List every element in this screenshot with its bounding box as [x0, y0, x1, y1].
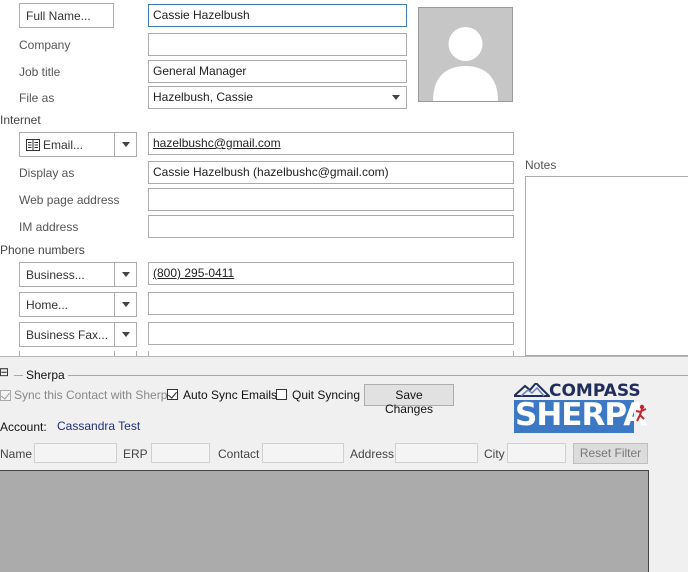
email-button[interactable]: Email...: [19, 132, 115, 157]
results-grid[interactable]: [0, 470, 649, 572]
business-fax-field[interactable]: [148, 322, 514, 345]
filter-erp-label: ERP: [123, 447, 148, 461]
sherpa-section-label: Sherpa: [23, 368, 68, 382]
quit-syncing-label: Quit Syncing: [292, 388, 361, 402]
filter-city-input[interactable]: [507, 443, 566, 463]
filter-erp-input[interactable]: [151, 443, 210, 463]
person-placeholder-icon: [433, 27, 498, 101]
filter-name-label: Name: [0, 447, 33, 461]
business-phone-dropdown[interactable]: [114, 262, 137, 287]
email-type-dropdown[interactable]: [114, 132, 137, 157]
chevron-down-icon: [392, 95, 400, 100]
business-fax-dropdown[interactable]: [114, 322, 137, 347]
display-as-label: Display as: [19, 166, 75, 180]
contact-photo[interactable]: [418, 7, 513, 102]
notes-label: Notes: [525, 158, 557, 172]
job-title-field[interactable]: General Manager: [148, 60, 407, 83]
compass-sherpa-logo: COMPASS SHERPA: [512, 382, 652, 434]
groupbox-line: [14, 375, 688, 376]
account-value: Cassandra Test: [57, 419, 141, 433]
file-as-label: File as: [19, 91, 55, 105]
panel-divider: [0, 356, 688, 357]
account-label: Account:: [0, 420, 47, 434]
email-field[interactable]: hazelbushc@gmail.com: [148, 132, 514, 155]
im-address-label: IM address: [19, 220, 79, 234]
notes-textarea[interactable]: [525, 176, 688, 356]
file-as-dropdown[interactable]: Hazelbush, Cassie: [148, 86, 407, 109]
company-label: Company: [19, 38, 71, 52]
filter-name-input[interactable]: [34, 443, 117, 463]
business-phone-field[interactable]: (800) 295-0411: [148, 262, 514, 285]
full-name-field[interactable]: Cassie Hazelbush: [148, 4, 407, 27]
auto-sync-checkbox[interactable]: [167, 389, 178, 400]
display-as-field[interactable]: Cassie Hazelbush (hazelbushc@gmail.com): [148, 161, 514, 184]
logo-sherpa-text: SHERPA: [515, 397, 647, 433]
business-fax-button[interactable]: Business Fax...: [19, 322, 115, 347]
company-field[interactable]: [148, 33, 407, 56]
phone-section-label: Phone numbers: [0, 243, 85, 257]
save-changes-button[interactable]: Save Changes: [364, 384, 454, 416]
home-phone-field[interactable]: [148, 292, 514, 315]
mountain-icon: [514, 383, 550, 397]
im-address-field[interactable]: [148, 215, 514, 238]
climber-icon: [635, 404, 647, 422]
full-name-button[interactable]: Full Name...: [19, 3, 114, 28]
internet-section-label: Internet: [0, 113, 41, 127]
chevron-down-icon: [121, 302, 130, 307]
chevron-down-icon: [121, 332, 130, 337]
job-title-label: Job title: [19, 65, 61, 79]
quit-syncing-checkbox[interactable]: [276, 389, 287, 400]
auto-sync-label: Auto Sync Emails: [183, 388, 278, 402]
address-book-icon: [26, 139, 40, 151]
email-button-label: Email...: [43, 138, 84, 152]
web-page-field[interactable]: [148, 188, 514, 211]
reset-filter-button[interactable]: Reset Filter: [573, 443, 648, 464]
filter-contact-label: Contact: [218, 447, 260, 461]
file-as-value: Hazelbush, Cassie: [153, 90, 254, 104]
filter-contact-input[interactable]: [262, 443, 344, 463]
chevron-down-icon: [121, 272, 130, 277]
filter-address-input[interactable]: [395, 443, 478, 463]
home-phone-dropdown[interactable]: [114, 292, 137, 317]
web-page-label: Web page address: [19, 193, 120, 207]
filter-city-label: City: [484, 447, 505, 461]
business-phone-button[interactable]: Business...: [19, 262, 115, 287]
filter-address-label: Address: [350, 447, 395, 461]
sync-contact-checkbox[interactable]: [0, 390, 11, 401]
home-phone-button[interactable]: Home...: [19, 292, 115, 317]
chevron-down-icon: [121, 142, 130, 147]
sync-contact-label: Sync this Contact with Sherpa: [14, 388, 175, 402]
collapse-toggle-icon[interactable]: ⊟: [0, 365, 9, 379]
